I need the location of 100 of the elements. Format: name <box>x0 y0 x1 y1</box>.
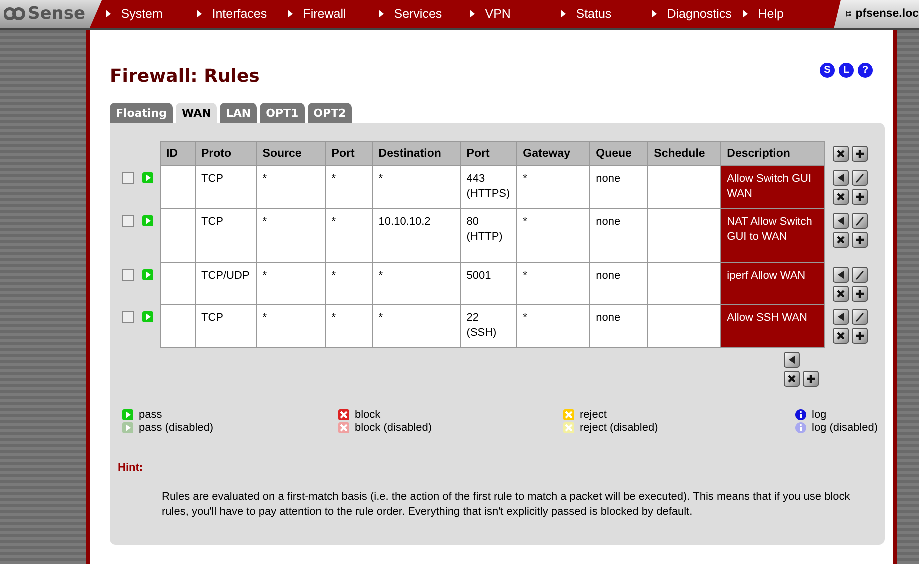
help-button[interactable]: ? <box>858 63 873 78</box>
column-header: Description <box>720 142 825 166</box>
table-cell: * <box>378 270 384 282</box>
add-button[interactable] <box>852 286 868 302</box>
add-button[interactable] <box>803 371 819 387</box>
caret-icon <box>197 10 202 18</box>
legend-label: reject (disabled) <box>580 422 658 434</box>
legend-label: log <box>812 409 827 421</box>
table-cell: none <box>596 270 621 282</box>
edit-button[interactable] <box>852 266 868 282</box>
move-button[interactable] <box>833 308 850 324</box>
delete-button[interactable] <box>833 286 850 302</box>
edit-button[interactable] <box>852 170 868 186</box>
help-button[interactable]: L <box>839 63 854 78</box>
menu-item[interactable]: System <box>106 7 198 21</box>
table-cell: none <box>596 173 621 185</box>
column-header: Port <box>325 142 372 166</box>
tab[interactable]: OPT1 <box>260 103 305 123</box>
move-button[interactable] <box>833 170 850 186</box>
table-cell: none <box>596 216 621 228</box>
menu-item[interactable]: Interfaces <box>197 7 288 21</box>
edit-button[interactable] <box>852 212 868 228</box>
caret-icon <box>106 10 112 18</box>
tab[interactable]: OPT2 <box>308 103 352 123</box>
hint-label: Hint: <box>118 462 144 474</box>
caret-icon <box>379 10 384 18</box>
row-checkbox[interactable] <box>122 214 134 226</box>
page-title: Firewall: Rules <box>110 66 260 87</box>
table-cell: 5001 <box>466 270 492 282</box>
legend-label: reject <box>580 409 607 421</box>
legend-label: block <box>355 409 381 421</box>
table-cell: * <box>262 173 268 185</box>
table-cell: * <box>378 173 384 185</box>
table-cell: * <box>262 312 268 324</box>
table-cell: 80 (HTTP) <box>466 216 503 243</box>
menu-item[interactable]: VPN <box>470 7 562 21</box>
move-button[interactable] <box>833 212 850 228</box>
column-header: Proto <box>195 142 256 166</box>
legend-label: log (disabled) <box>812 422 878 434</box>
menu-item[interactable]: Services <box>379 7 470 21</box>
caret-icon <box>288 10 294 18</box>
delete-button[interactable] <box>784 371 800 387</box>
add-button[interactable] <box>852 232 868 248</box>
logo-text: Sense <box>28 4 86 24</box>
table-cell: * <box>332 270 336 282</box>
table-cell: NAT Allow Switch GUI to WAN <box>727 216 812 243</box>
tab[interactable]: WAN <box>176 103 218 123</box>
row-checkbox[interactable] <box>122 172 134 184</box>
table-cell: * <box>378 312 384 324</box>
logo-icon <box>4 5 26 23</box>
table-cell: iperf Allow WAN <box>727 270 806 282</box>
table-cell: * <box>523 216 528 228</box>
table-cell: TCP <box>202 216 224 228</box>
column-header: Queue <box>590 142 648 166</box>
caret-icon <box>743 10 748 18</box>
menu-item[interactable]: Status <box>561 7 652 21</box>
move-button[interactable] <box>784 352 800 368</box>
column-header: Gateway <box>516 142 590 166</box>
table-cell: 22 (SSH) <box>466 312 497 339</box>
table-cell: * <box>262 216 268 228</box>
add-button[interactable] <box>852 188 868 204</box>
column-header: ID <box>160 142 195 166</box>
table-cell: 443 (HTTPS) <box>466 173 510 200</box>
column-header: Schedule <box>648 142 721 166</box>
tab[interactable]: LAN <box>220 103 258 123</box>
table-cell: none <box>596 312 621 324</box>
column-header: Source <box>256 142 326 166</box>
table-cell: TCP/UDP <box>202 270 250 282</box>
legend-label: pass (disabled) <box>139 422 214 434</box>
table-cell: * <box>523 312 528 324</box>
menu-item[interactable]: Diagnostics <box>652 7 744 21</box>
row-checkbox[interactable] <box>122 268 134 280</box>
legend-label: pass <box>139 409 162 421</box>
row-checkbox[interactable] <box>122 310 134 322</box>
column-header: Port <box>460 142 517 166</box>
edit-button[interactable] <box>852 308 868 324</box>
table-cell: * <box>523 270 528 282</box>
menu-item[interactable]: Firewall <box>288 7 380 21</box>
delete-button[interactable] <box>833 232 850 248</box>
table-cell: TCP <box>202 173 224 185</box>
caret-icon <box>652 10 658 18</box>
add-button[interactable] <box>852 146 868 162</box>
table-cell: TCP <box>202 312 224 324</box>
tab[interactable]: Floating <box>110 103 173 123</box>
table-cell: * <box>332 173 336 185</box>
table-cell: * <box>332 312 336 324</box>
hostname: pfsense.loc <box>856 8 919 20</box>
menu-item[interactable]: Help <box>743 7 834 21</box>
table-cell: * <box>262 270 268 282</box>
table-cell: 10.10.10.2 <box>378 216 431 228</box>
help-button[interactable]: S <box>820 63 835 78</box>
delete-button[interactable] <box>833 328 850 344</box>
delete-button[interactable] <box>833 146 850 162</box>
move-button[interactable] <box>833 266 850 282</box>
caret-icon <box>561 10 566 18</box>
delete-button[interactable] <box>833 188 850 204</box>
add-button[interactable] <box>852 328 868 344</box>
legend-label: block (disabled) <box>355 422 432 434</box>
hint-text: Rules are evaluated on a first-match basis (i.e. the action of the first rule to match a packet will be executed). This means that if you use block rules, you'll have to pay attention to the rule order. Everything that isn't explicitly passed is blocked by default. <box>162 490 852 520</box>
table-cell: Allow SSH WAN <box>727 312 808 324</box>
